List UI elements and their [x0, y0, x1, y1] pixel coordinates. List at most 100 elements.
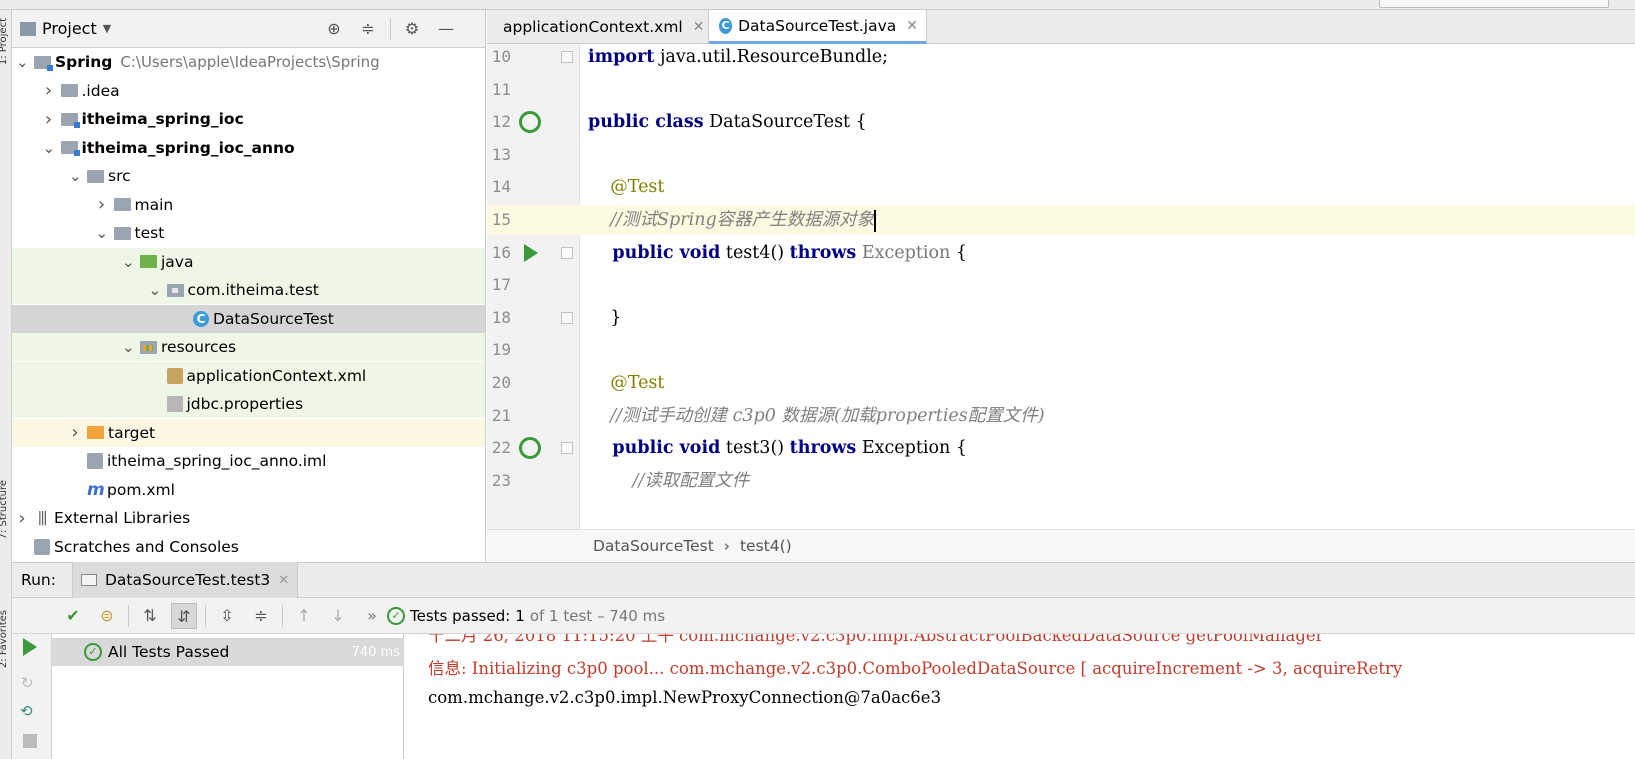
chevron-down-icon[interactable]: ⌄: [122, 253, 135, 271]
tree-item[interactable]: › itheima_spring_ioc: [12, 105, 485, 133]
close-icon[interactable]: ✕: [906, 18, 918, 34]
code-line[interactable]: //读取配置文件: [580, 466, 1635, 496]
fold-marker[interactable]: [561, 311, 573, 324]
collapse-all-icon[interactable]: ≑: [358, 19, 378, 39]
chevron-down-icon[interactable]: ⌄: [122, 338, 135, 356]
run-tab[interactable]: DataSourceTest.test3 ✕: [71, 562, 299, 598]
tree-item[interactable]: ⌄ test: [12, 219, 485, 247]
search-everywhere-box[interactable]: [1379, 0, 1609, 8]
chevron-down-icon[interactable]: ⌄: [43, 139, 56, 157]
gear-icon[interactable]: ⚙: [402, 19, 422, 39]
hide-icon[interactable]: —: [436, 19, 456, 39]
breadcrumb-method[interactable]: test4(): [740, 537, 792, 555]
fold-marker[interactable]: [561, 51, 573, 63]
code-line[interactable]: @Test: [580, 172, 1635, 202]
favorites-tool-tab[interactable]: 2: Favorites: [0, 610, 9, 668]
show-passed-icon[interactable]: ✔: [60, 603, 86, 629]
run-side-toolbar: ↻ ⟲: [12, 634, 52, 759]
tree-item[interactable]: m pom.xml: [12, 476, 485, 504]
editor-gutter: 10 11 12 13 14 15 16 17 18 19 20 21 22 23: [487, 44, 580, 529]
code-line[interactable]: public void test4() throws Exception {: [580, 238, 1635, 268]
show-ignored-icon[interactable]: ⊜: [94, 603, 120, 629]
project-tool-tab[interactable]: 1: Project: [0, 18, 9, 65]
tab-application-context-xml[interactable]: applicationContext.xml ✕: [487, 10, 709, 44]
tree-item[interactable]: › target: [12, 418, 485, 447]
code-line[interactable]: import java.util.ResourceBundle;: [580, 44, 1635, 72]
chevron-right-icon[interactable]: ›: [16, 508, 28, 529]
code-line[interactable]: //测试Spring容器产生数据源对象: [580, 205, 1635, 235]
tree-item[interactable]: ⌄ com.itheima.test: [12, 276, 485, 304]
code-line[interactable]: }: [580, 303, 1635, 333]
sort-alphabetically-icon[interactable]: ⇅: [137, 603, 163, 629]
close-icon[interactable]: ✕: [693, 19, 705, 35]
code-line[interactable]: [580, 270, 1635, 300]
rerun-icon[interactable]: [23, 638, 37, 656]
code-line[interactable]: [580, 140, 1635, 170]
code-line[interactable]: //测试手动创建 c3p0 数据源(加载properties配置文件): [580, 401, 1635, 431]
tree-item[interactable]: ⌄ java: [12, 247, 485, 276]
divider: [282, 604, 283, 627]
code-line[interactable]: [580, 335, 1635, 365]
chevron-down-icon: ▼: [102, 22, 112, 35]
test-row-all-passed[interactable]: ✓ All Tests Passed 740 ms: [52, 638, 404, 666]
close-icon[interactable]: ✕: [278, 573, 289, 588]
tree-item[interactable]: itheima_spring_ioc_anno.iml: [12, 447, 485, 475]
code-editor[interactable]: import java.util.ResourceBundle; public c…: [580, 44, 1635, 529]
toggle-auto-test-icon[interactable]: ⟲: [20, 702, 33, 720]
tree-item[interactable]: C DataSourceTest: [12, 304, 485, 333]
chevron-right-icon[interactable]: ›: [43, 109, 55, 130]
chevron-down-icon[interactable]: ⌄: [149, 281, 162, 299]
tree-item-label: External Libraries: [54, 509, 191, 527]
rerun-failed-icon[interactable]: ↻: [21, 674, 34, 692]
console-output[interactable]: 十二月 26, 2018 11:15:20 上午 com.mchange.v2.…: [404, 634, 1635, 759]
chevron-right-icon[interactable]: ›: [96, 194, 108, 215]
run-test-icon[interactable]: [519, 437, 541, 460]
structure-tool-tab[interactable]: 7: Structure: [0, 480, 9, 539]
arrow-up-icon[interactable]: ↑: [291, 603, 317, 629]
fold-marker[interactable]: [561, 246, 573, 259]
code-line[interactable]: [580, 75, 1635, 105]
chevron-down-icon[interactable]: ⌄: [16, 53, 29, 71]
tree-item[interactable]: ⌄ itheima_spring_ioc_anno: [12, 134, 485, 162]
tree-item[interactable]: ⌄ src: [12, 162, 485, 190]
code-line[interactable]: public void test3() throws Exception {: [580, 433, 1635, 463]
tab-data-source-test-java[interactable]: C DataSourceTest.java ✕: [709, 10, 927, 44]
code-token: public class: [588, 112, 704, 133]
chevron-right-icon[interactable]: ›: [69, 422, 81, 443]
chevron-right-icon[interactable]: ›: [43, 80, 55, 101]
code-token: test4(): [720, 242, 790, 263]
run-test-icon[interactable]: [524, 243, 538, 262]
package-icon: [166, 283, 184, 297]
code-line[interactable]: public class DataSourceTest {: [580, 107, 1635, 137]
divider: [128, 604, 129, 627]
tree-item[interactable]: applicationContext.xml: [12, 361, 485, 390]
tests-status-count: 1: [515, 606, 525, 625]
tree-item[interactable]: › ||| External Libraries: [12, 504, 485, 532]
tree-item[interactable]: › .idea: [12, 77, 485, 105]
project-panel: Project ▼ ⊕ ≑ ⚙ — ⌄ Spring C:\Users\apple\…: [12, 10, 486, 562]
code-line[interactable]: @Test: [580, 368, 1635, 398]
line-number: 11: [491, 79, 511, 99]
locate-icon[interactable]: ⊕: [324, 19, 344, 39]
folder-icon: [87, 169, 104, 183]
tree-item[interactable]: Scratches and Consoles: [12, 533, 485, 561]
tree-item[interactable]: jdbc.properties: [12, 390, 485, 418]
stop-icon[interactable]: [23, 734, 37, 748]
run-class-icon[interactable]: [519, 111, 541, 134]
sort-by-duration-icon[interactable]: ⇵: [171, 602, 197, 629]
code-token: Exception {: [856, 438, 967, 459]
collapse-all-icon[interactable]: ≑: [248, 603, 274, 629]
tree-item[interactable]: ⌄ Spring C:\Users\apple\IdeaProjects\Sprin…: [12, 48, 485, 76]
tree-item[interactable]: ⌄ resources: [12, 333, 485, 361]
project-view-selector[interactable]: Project ▼: [20, 19, 111, 38]
fold-marker[interactable]: [561, 442, 573, 455]
arrow-down-icon[interactable]: ↓: [325, 603, 351, 629]
java-class-icon: C: [193, 310, 209, 327]
tree-item[interactable]: › main: [12, 191, 485, 219]
tree-item-label: java: [161, 252, 194, 271]
breadcrumb-class[interactable]: DataSourceTest: [593, 537, 714, 555]
chevron-down-icon[interactable]: ⌄: [96, 224, 109, 242]
chevron-down-icon[interactable]: ⌄: [69, 167, 82, 185]
expand-all-icon[interactable]: ⇳: [214, 603, 240, 629]
more-icon[interactable]: »: [359, 603, 385, 629]
